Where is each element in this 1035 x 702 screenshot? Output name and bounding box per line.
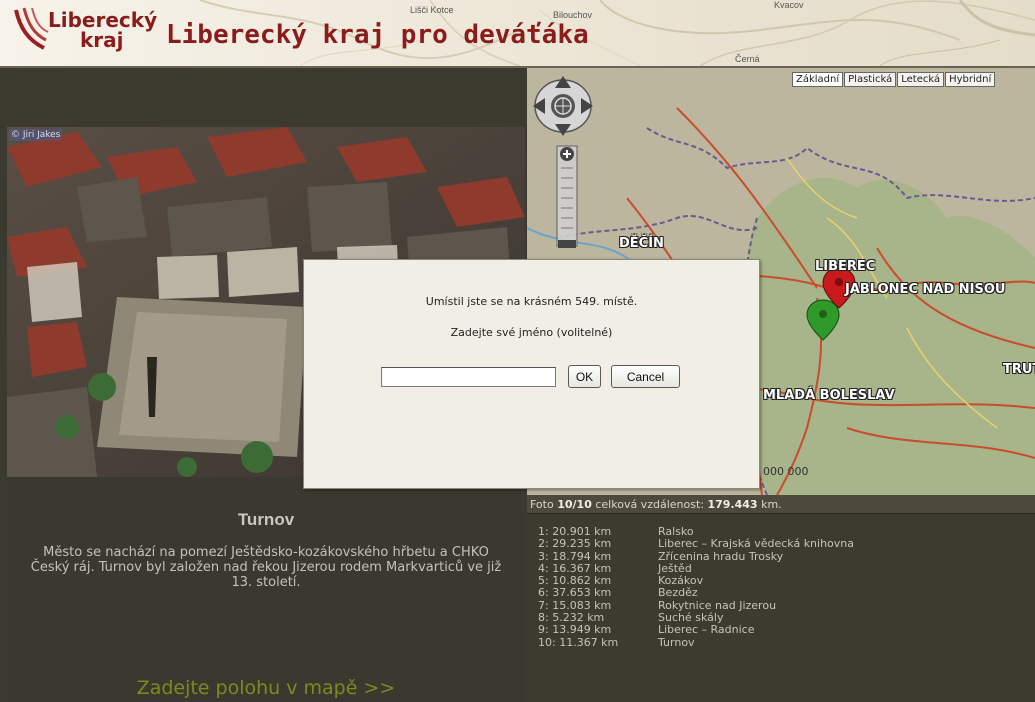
cancel-button[interactable]: Cancel (611, 365, 680, 388)
site-header: Lišči Kotce Bilouchov Černá Kvacov Liber… (0, 0, 1035, 68)
place-description: Město se nachází na pomezí Ještědsko-koz… (30, 545, 502, 590)
result-place: Turnov (658, 635, 695, 649)
map-label-jablonec: JABLONEC NAD NISOU (845, 282, 1006, 297)
list-item: 6: 37.653 km Bezděz (538, 586, 854, 600)
page-title: Liberecký kraj pro deváťáka (166, 20, 589, 50)
name-prompt-dialog: Umístil jste se na krásném 549. místě. Z… (303, 259, 760, 489)
list-item: 10: 11.367 km Turnov (538, 635, 854, 649)
map-type-aerial[interactable]: Letecká (897, 72, 945, 87)
logo-text: Liberecký (48, 8, 158, 32)
place-info-panel: Turnov Město se nachází na pomezí Ještěd… (7, 477, 525, 702)
enter-location-link[interactable]: Zadejte polohu v mapě >> (7, 677, 525, 699)
map-label-liberec: LIBEREC (815, 259, 876, 274)
result-distance: 6: 37.653 km (538, 586, 612, 600)
map-label-trutnov: TRUT (1003, 362, 1035, 377)
summary-prefix: Foto (530, 498, 554, 511)
map-scale: 000 000 (763, 465, 809, 478)
map-label-decin: DĚČÍN (619, 236, 664, 251)
site-logo[interactable]: Liberecký kraj (10, 4, 157, 60)
result-place: Liberec – Radnice (658, 623, 755, 637)
results-panel: Foto 10/10 celková vzdálenost: 179.443 k… (527, 495, 1035, 702)
result-distance: 9: 13.949 km (538, 623, 612, 637)
map-label-mlada-boleslav: MLADÁ BOLESLAV (763, 388, 895, 403)
map-type-relief[interactable]: Plastická (844, 72, 897, 87)
summary-unit: km. (761, 498, 782, 511)
list-item: 9: 13.949 km Liberec – Radnice (538, 623, 854, 637)
dialog-prompt: Zadejte své jméno (volitelné) (450, 326, 613, 339)
header-map-label: Černá (735, 54, 760, 64)
summary-middle: celková vzdálenost: (595, 498, 704, 511)
map-type-basic[interactable]: Základní (792, 72, 844, 87)
photo-header-strip (7, 68, 525, 127)
map-type-switcher: Základní Plastická Letecká Hybridní (792, 72, 996, 87)
map-zoom-slider (556, 145, 578, 248)
results-list: 1: 20.901 km Ralsko 2: 29.235 km Liberec –… (538, 525, 855, 649)
result-distance: 2: 29.235 km (538, 537, 612, 551)
map-type-hybrid[interactable]: Hybridní (945, 72, 996, 87)
header-map-label: Bilouchov (553, 10, 593, 20)
ok-button[interactable]: OK (568, 365, 601, 388)
header-map-label: Lišči Kotce (410, 5, 454, 15)
results-summary: Foto 10/10 celková vzdálenost: 179.443 k… (527, 495, 1035, 514)
name-input[interactable] (381, 367, 556, 387)
header-map-label: Kvacov (774, 0, 804, 10)
total-distance: 179.443 (707, 498, 758, 511)
result-place: Liberec – Krajská vědecká knihovna (658, 537, 855, 551)
list-item: 2: 29.235 km Liberec – Krajská vědecká kn… (538, 537, 855, 551)
logo-text: kraj (80, 28, 124, 52)
dialog-message: Umístil jste se na krásném 549. místě. (425, 295, 638, 308)
logo-swoosh-icon (14, 7, 49, 50)
photo-credit: © Jiri Jakes (9, 129, 63, 141)
place-title: Turnov (237, 510, 295, 529)
result-place: Bezděz (658, 586, 698, 600)
result-distance: 10: 11.367 km (538, 635, 619, 649)
photo-index: 10/10 (557, 498, 592, 511)
